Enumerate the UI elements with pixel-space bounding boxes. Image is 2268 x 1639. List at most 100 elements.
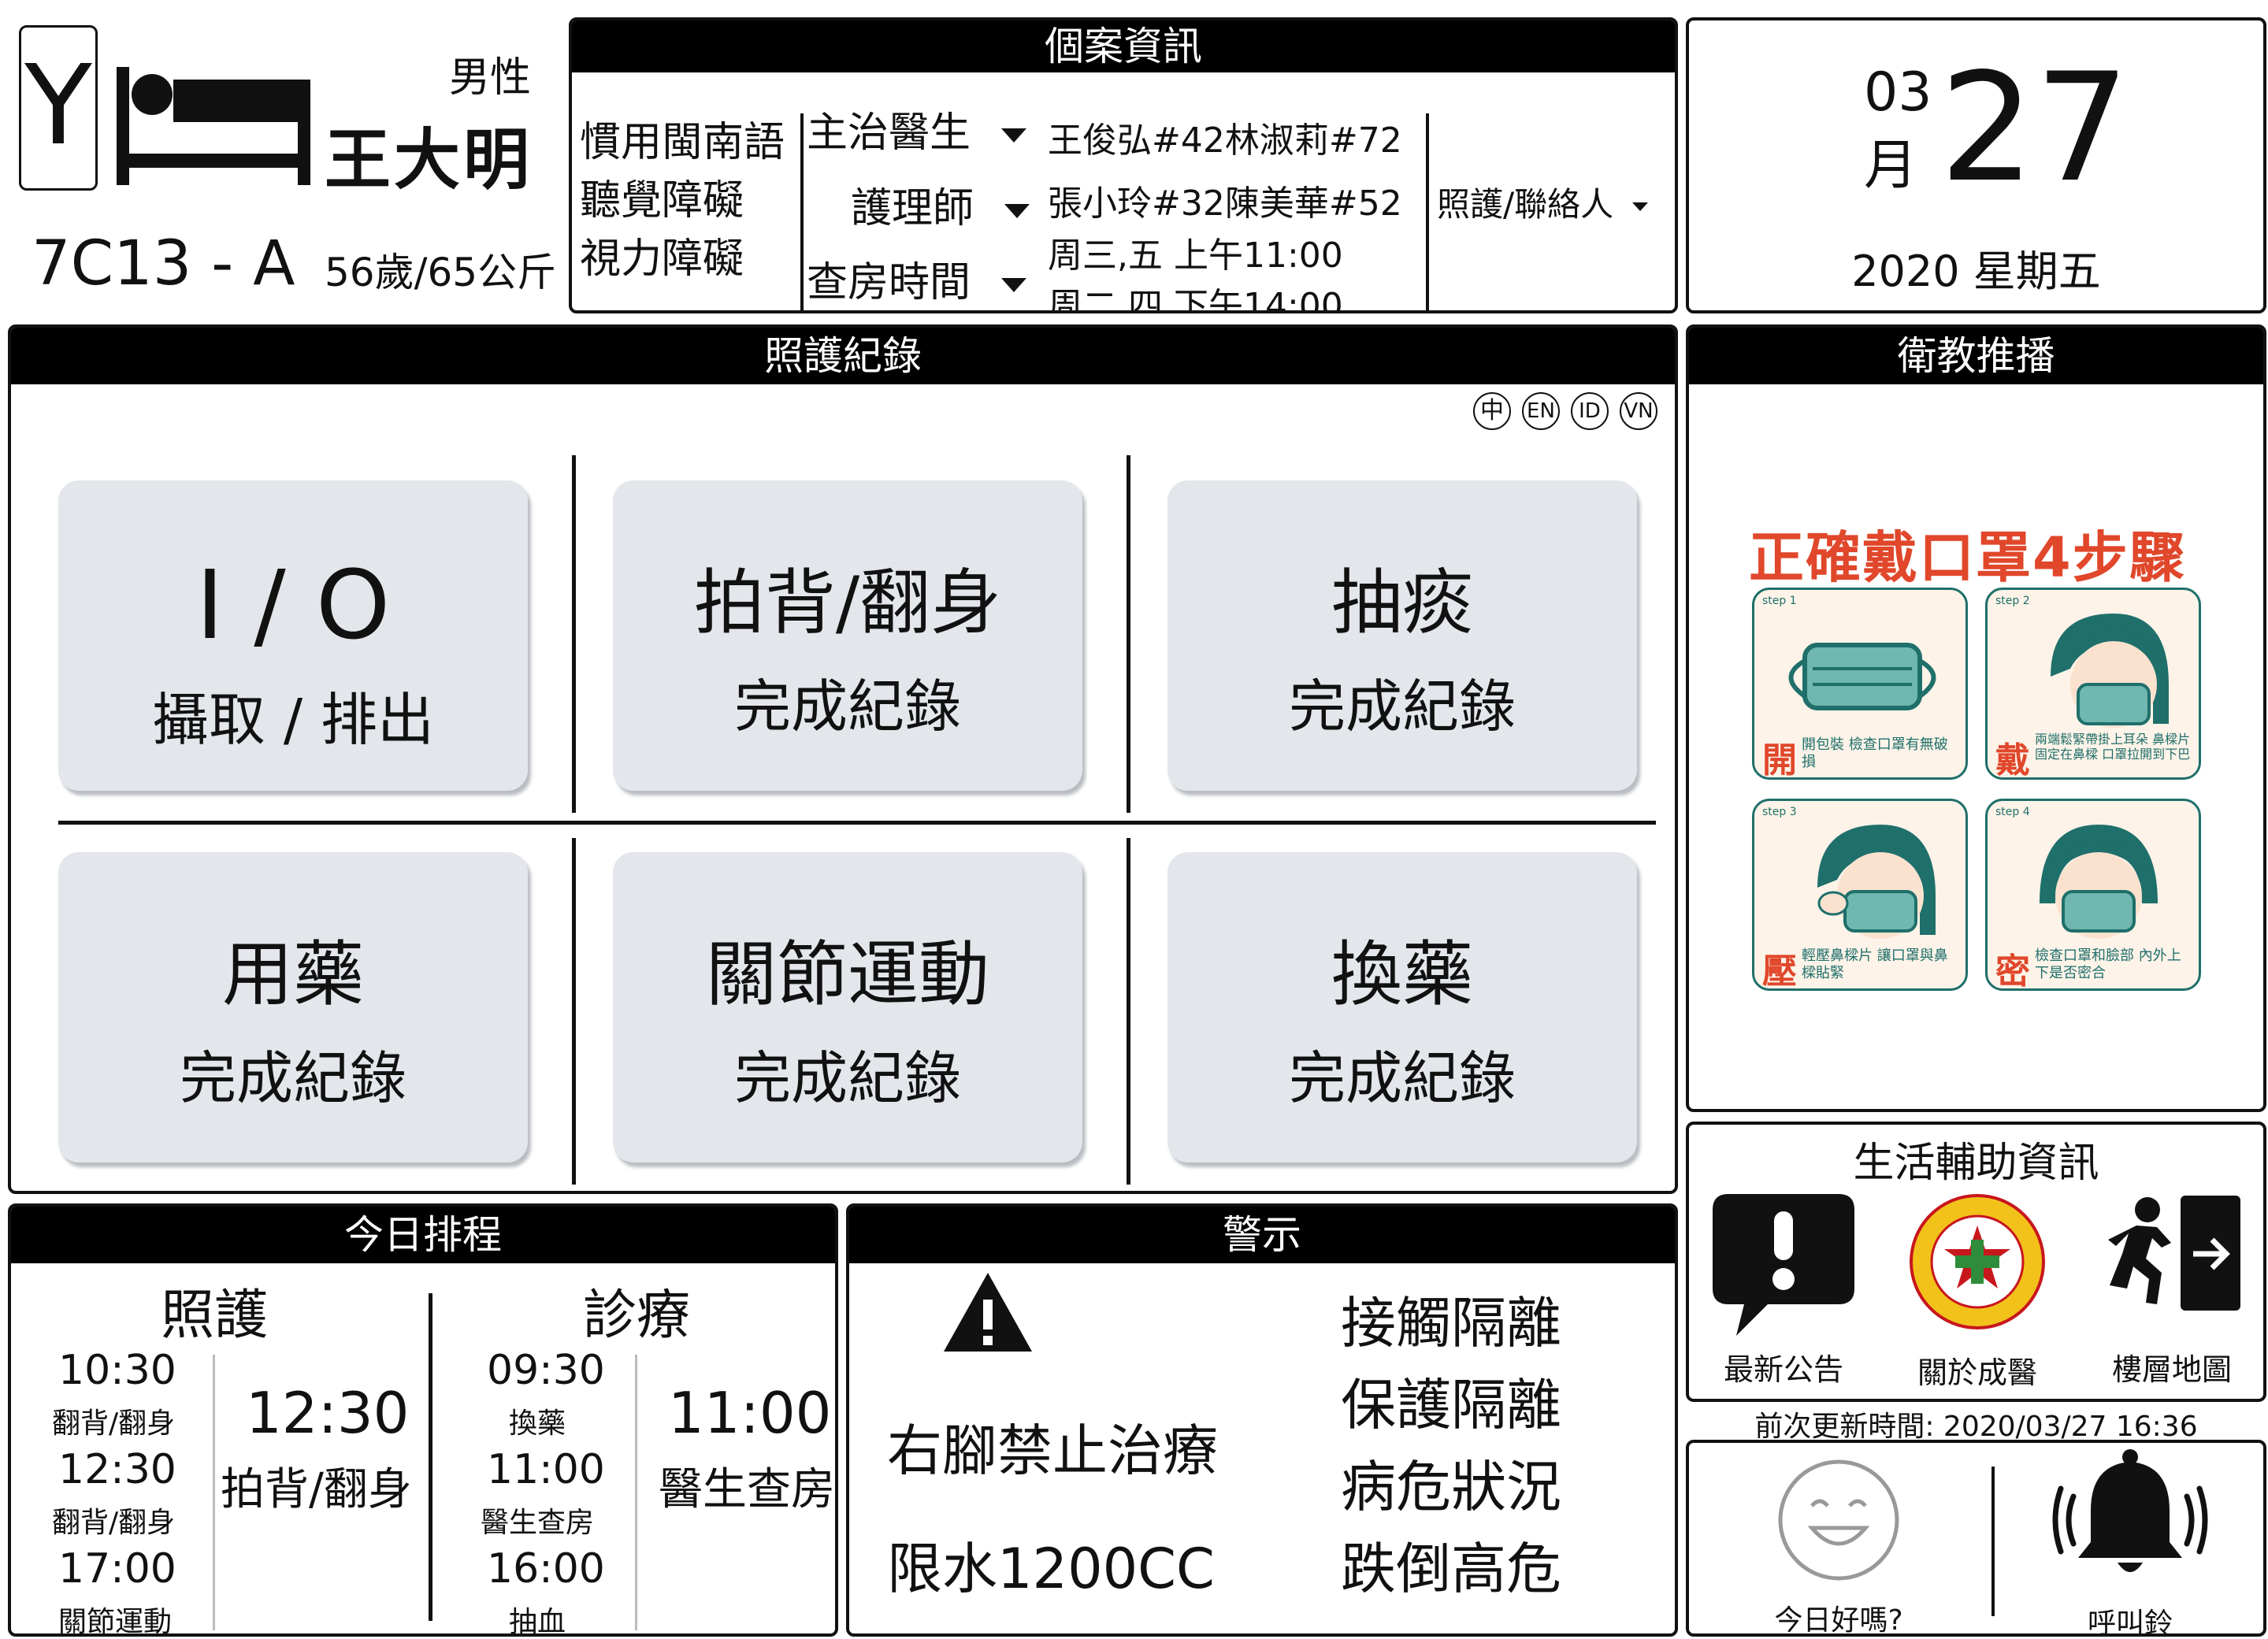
call-bell-label: 呼叫鈴	[2087, 1607, 2173, 1637]
face-mask-icon	[2040, 825, 2158, 939]
face-mask-icon	[1817, 825, 1936, 939]
alert-right-item: 病危狀況	[1341, 1455, 1561, 1519]
attending-dropdown[interactable]: 主治醫生	[807, 99, 1026, 158]
chevron-down-icon	[1000, 128, 1026, 143]
life-info-panel: 生活輔助資訊 最新公告 關於成醫 樓層地圖	[1686, 1122, 2266, 1402]
lang-zh-button[interactable]: 中	[1473, 392, 1511, 430]
life-info-title: 生活輔助資訊	[1853, 1140, 2099, 1187]
divider	[800, 113, 804, 310]
divider	[429, 1293, 432, 1621]
button-subtitle: 完成紀錄	[733, 1045, 961, 1111]
announcement-label: 最新公告	[1723, 1352, 1843, 1387]
chevron-down-icon	[1004, 204, 1030, 218]
divider	[1426, 113, 1429, 310]
back-pat-turn-button[interactable]: 拍背/翻身 完成紀錄	[613, 480, 1082, 791]
contact-label: 照護/聯絡人	[1437, 185, 1614, 224]
nurse-value: 張小玲#32陳美華#52	[1048, 184, 1402, 224]
step-char: 壓	[1762, 951, 1797, 992]
alert-left-item: 限水1200CC	[887, 1537, 1215, 1601]
announcement-button[interactable]: 最新公告	[1705, 1194, 1862, 1387]
divider	[1127, 838, 1130, 1185]
step-char: 密	[1995, 951, 2030, 992]
face-mask-icon	[2051, 614, 2169, 728]
button-title: 關節運動	[706, 933, 989, 1016]
button-title: I / O	[195, 551, 391, 661]
health-edu-title: 衛教推播	[1689, 328, 2263, 384]
care-heading: 照護	[161, 1285, 269, 1347]
joint-exercise-button[interactable]: 關節運動 完成紀錄	[613, 852, 1082, 1163]
divider	[635, 1355, 637, 1630]
bottom-actions-panel: 今日好嗎? 呼叫鈴	[1686, 1440, 2266, 1637]
button-subtitle: 完成紀錄	[1288, 673, 1516, 740]
medication-button[interactable]: 用藥 完成紀錄	[58, 852, 528, 1163]
care-time: 17:00	[58, 1545, 176, 1593]
step-badge: step 3	[1762, 806, 1797, 818]
clinic-time: 16:00	[487, 1545, 605, 1593]
lang-vn-button[interactable]: VN	[1620, 392, 1657, 430]
step-badge: step 2	[1995, 595, 2030, 607]
button-subtitle: 完成紀錄	[179, 1045, 406, 1111]
need-item: 聽覺障礙	[580, 177, 744, 224]
exit-running-icon	[2108, 1196, 2240, 1311]
nurse-dropdown[interactable]: 護理師	[851, 175, 1030, 234]
divider	[1127, 455, 1130, 813]
alerts-title: 警示	[849, 1207, 1675, 1263]
case-info-panel: 個案資訊 慣用閩南語 聽覺障礙 視力障礙 主治醫生 護理師 查房時間 王俊弘#4…	[569, 17, 1678, 313]
mask-icon	[1788, 643, 1936, 710]
alert-right-list: 接觸隔離 保護隔離 病危狀況 跌倒高危	[1341, 1282, 1561, 1610]
need-item: 視力障礙	[580, 235, 744, 283]
care-task: 翻背/翻身	[52, 1507, 176, 1539]
rounds-dropdown[interactable]: 查房時間	[807, 249, 1026, 308]
lang-en-button[interactable]: EN	[1522, 392, 1560, 430]
dressing-change-button[interactable]: 換藥 完成紀錄	[1167, 852, 1637, 1163]
step-text: 兩端鬆緊帶掛上耳朵 鼻樑片固定在鼻樑 口罩拉開到下巴	[2035, 732, 2191, 762]
about-hospital-label: 關於成醫	[1917, 1355, 2037, 1390]
bed-icon	[117, 67, 310, 185]
divider	[1991, 1467, 1995, 1616]
mood-button[interactable]: 今日好嗎?	[1744, 1459, 1933, 1633]
mood-label: 今日好嗎?	[1774, 1604, 1903, 1637]
alert-right-item: 保護隔離	[1341, 1373, 1561, 1437]
io-record-button[interactable]: I / O 攝取 / 排出	[58, 480, 528, 791]
smiley-face-icon	[1778, 1459, 1899, 1581]
button-title: 換藥	[1331, 933, 1473, 1016]
special-needs-list: 慣用閩南語 聽覺障礙 視力障礙	[580, 113, 785, 288]
alert-speech-icon	[1713, 1194, 1854, 1336]
button-title: 拍背/翻身	[693, 562, 1002, 644]
day-number: 27	[1939, 41, 2130, 215]
attending-value: 王俊弘#42林淑莉#72	[1048, 121, 1402, 161]
clinic-task: 換藥	[509, 1407, 566, 1440]
divider	[572, 838, 576, 1185]
date-panel: 03 月 27 2020 星期五	[1686, 17, 2266, 313]
contact-dropdown[interactable]: 照護/聯絡人	[1437, 178, 1648, 226]
year-weekday: 2020 星期五	[1851, 247, 2101, 296]
clinic-time: 09:30	[487, 1347, 605, 1394]
warning-icon	[944, 1273, 1032, 1352]
chevron-down-icon	[1631, 202, 1648, 211]
about-hospital-button[interactable]: 關於成醫	[1899, 1194, 2056, 1390]
patient-gender: 男性	[449, 54, 532, 102]
schedule-title: 今日排程	[11, 1207, 835, 1263]
care-time: 12:30	[58, 1446, 176, 1493]
mask-step-card: step 4 密 檢查口罩和臉部 內外上下是否密合	[1985, 799, 2201, 992]
bell-icon	[2052, 1449, 2208, 1572]
month-number: 03	[1864, 61, 1932, 124]
clinic-next-task: 醫生查房	[659, 1464, 835, 1515]
button-title: 用藥	[222, 933, 364, 1016]
suction-button[interactable]: 抽痰 完成紀錄	[1167, 480, 1637, 791]
button-subtitle: 完成紀錄	[733, 673, 961, 740]
month-char: 月	[1864, 135, 1918, 197]
mask-step-card: step 3 壓 輕壓鼻樑片 讓口罩與鼻樑貼緊	[1752, 799, 1968, 992]
step-char: 開	[1762, 740, 1797, 781]
call-bell-button[interactable]: 呼叫鈴	[2036, 1448, 2225, 1633]
lang-id-button[interactable]: ID	[1571, 392, 1609, 430]
care-records-panel: 照護紀錄 中 EN ID VN I / O 攝取 / 排出 拍背/翻身 完成紀錄…	[8, 324, 1678, 1194]
mask-step-card: step 2 戴 兩端鬆緊帶掛上耳朵 鼻樑片固定在鼻樑 口罩拉開到下巴	[1985, 588, 2201, 781]
alert-right-item: 接觸隔離	[1341, 1291, 1561, 1355]
case-info-title: 個案資訊	[572, 20, 1675, 72]
alerts-panel: 警示 右腳禁止治療 限水1200CC 接觸隔離 保護隔離 病危狀況 跌倒高危	[846, 1203, 1678, 1637]
button-subtitle: 完成紀錄	[1288, 1045, 1516, 1111]
attending-label: 主治醫生	[807, 109, 971, 157]
floor-map-button[interactable]: 樓層地圖	[2089, 1194, 2255, 1387]
health-edu-panel: 衛教推播 正確戴口罩4步驟 step 1 開 開包裝 檢查口罩有無破損 step…	[1686, 324, 2266, 1112]
